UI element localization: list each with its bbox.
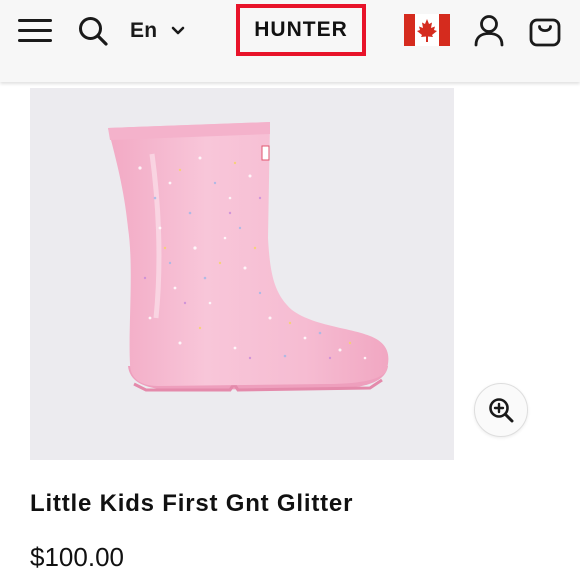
hunter-logo[interactable]: HUNTER: [236, 4, 366, 56]
canada-flag-icon[interactable]: [404, 14, 450, 46]
account-icon[interactable]: [472, 13, 506, 47]
zoom-in-icon: [489, 398, 514, 423]
product-image[interactable]: [30, 88, 454, 460]
chevron-down-icon: [172, 26, 185, 35]
zoom-button[interactable]: [474, 383, 528, 437]
language-selector[interactable]: En: [130, 16, 185, 46]
language-label: En: [130, 19, 158, 42]
product-price: $100.00: [30, 542, 124, 572]
cart-icon[interactable]: [528, 12, 562, 48]
search-icon[interactable]: [76, 14, 110, 48]
pink-boot-image: [108, 122, 389, 392]
site-header: En HUNTER: [0, 0, 580, 82]
product-title: Little Kids First Gnt Glitter: [30, 490, 354, 517]
menu-icon[interactable]: [18, 17, 52, 45]
logo-text: HUNTER: [254, 18, 348, 41]
